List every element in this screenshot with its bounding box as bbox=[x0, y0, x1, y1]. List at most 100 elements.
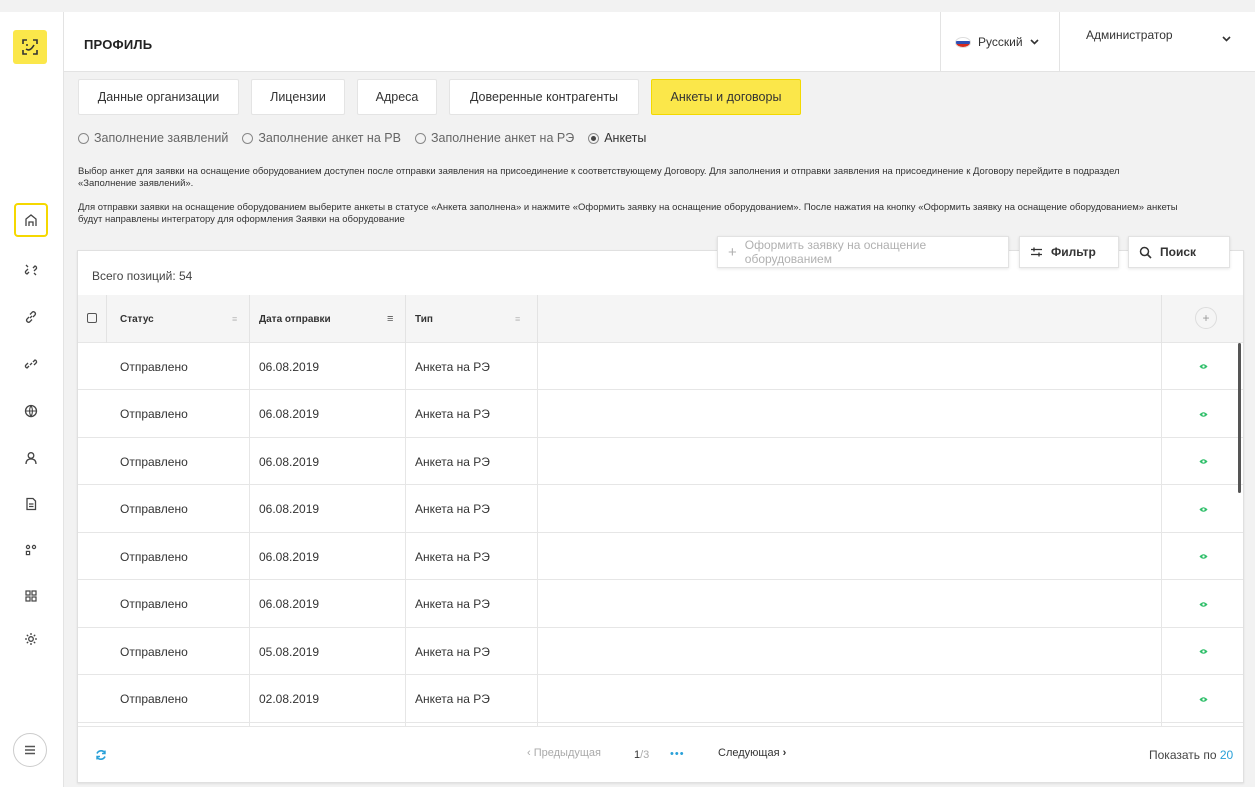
info-line: «Заполнение заявлений». bbox=[78, 178, 194, 189]
nav-apps[interactable] bbox=[14, 533, 48, 567]
page-size-selector[interactable]: Показать по 20 bbox=[1149, 748, 1233, 762]
radio-circle bbox=[242, 132, 254, 144]
nav-grid[interactable] bbox=[14, 579, 48, 613]
language-selector[interactable]: Русский bbox=[940, 12, 1059, 72]
globe-icon bbox=[24, 404, 38, 418]
nav-settings[interactable] bbox=[14, 622, 48, 656]
view-eye-icon[interactable] bbox=[1199, 363, 1208, 370]
date-cell: 05.08.2019 bbox=[259, 644, 320, 659]
view-eye-icon[interactable] bbox=[1199, 553, 1208, 560]
nav-link[interactable] bbox=[14, 300, 48, 334]
table-row[interactable]: Отправлено 06.08.2019 Анкета на РЭ bbox=[78, 438, 1243, 485]
app-logo[interactable] bbox=[13, 30, 47, 64]
table-row[interactable]: Отправлено 05.08.2019 Анкета на РЭ bbox=[78, 628, 1243, 675]
home-icon bbox=[25, 214, 37, 226]
page-title: ПРОФИЛЬ bbox=[84, 37, 153, 52]
questionnaires-table-card: Всего позиций: 54 Статус ≡ Дата отправки… bbox=[77, 250, 1244, 783]
column-header-date[interactable]: Дата отправки ≡ bbox=[259, 295, 399, 343]
radio-fill-rv-forms[interactable]: Заполнение анкет на РВ bbox=[242, 131, 401, 145]
column-divider bbox=[106, 295, 107, 343]
table-row[interactable]: Отправлено 06.08.2019 Анкета на РЭ bbox=[78, 486, 1243, 533]
user-icon bbox=[25, 452, 37, 465]
date-cell: 06.08.2019 bbox=[259, 407, 320, 421]
table-row[interactable]: Отправлено 06.08.2019 Анкета на РЭ bbox=[78, 581, 1243, 628]
date-cell: 06.08.2019 bbox=[259, 549, 320, 564]
radio-label: Анкеты bbox=[604, 131, 647, 145]
view-eye-icon[interactable] bbox=[1199, 696, 1208, 703]
select-all-checkbox[interactable] bbox=[87, 313, 97, 323]
language-label: Русский bbox=[978, 35, 1023, 49]
table-row[interactable]: Отправлено 06.08.2019 Анкета на РЭ bbox=[78, 391, 1243, 438]
date-cell: 06.08.2019 bbox=[259, 359, 320, 374]
info-line: Для отправки заявки на оснащение оборудо… bbox=[78, 202, 1178, 213]
hamburger-icon bbox=[25, 745, 35, 755]
logo-icon bbox=[22, 39, 38, 55]
tab-licenses[interactable]: Лицензии bbox=[251, 79, 345, 115]
apps-icon bbox=[25, 544, 37, 556]
info-text-2: Для отправки заявки на оснащение оборудо… bbox=[78, 202, 1250, 226]
status-cell: Отправлено bbox=[120, 644, 188, 659]
prev-page-button[interactable]: ‹ Предыдущая bbox=[527, 747, 601, 759]
nav-home[interactable] bbox=[14, 203, 48, 237]
sort-icon: ≡ bbox=[232, 314, 238, 324]
table-row[interactable]: Отправлено 06.08.2019 Анкета на РЭ bbox=[78, 343, 1243, 390]
column-header-status[interactable]: Статус ≡ bbox=[120, 295, 240, 343]
chevron-down-icon bbox=[1029, 39, 1039, 45]
button-label: Поиск bbox=[1160, 245, 1197, 259]
column-title: Дата отправки bbox=[259, 313, 331, 325]
column-divider bbox=[537, 295, 538, 343]
add-column-button[interactable]: + bbox=[1195, 307, 1217, 329]
tab-trusted-contractors[interactable]: Доверенные контрагенты bbox=[449, 79, 639, 115]
nav-user[interactable] bbox=[14, 441, 48, 475]
table-row[interactable]: Отправлено 06.08.2019 Анкета на РЭ bbox=[78, 533, 1243, 580]
nav-link-broken-2[interactable] bbox=[14, 347, 48, 381]
nav-document[interactable] bbox=[14, 487, 48, 521]
view-eye-icon[interactable] bbox=[1199, 601, 1208, 608]
table-footer: ‹ Предыдущая 1/3 ••• Следующая › Показат… bbox=[78, 726, 1243, 783]
type-cell: Анкета на РЭ bbox=[415, 644, 490, 659]
table-scrollbar[interactable] bbox=[1238, 343, 1241, 493]
type-cell: Анкета на РЭ bbox=[415, 502, 490, 516]
prev-label: Предыдущая bbox=[533, 747, 602, 759]
column-header-type[interactable]: Тип ≡ bbox=[415, 295, 535, 343]
radio-questionnaires[interactable]: Анкеты bbox=[588, 131, 646, 145]
view-eye-icon[interactable] bbox=[1199, 411, 1208, 418]
info-line: Выбор анкет для заявки на оснащение обор… bbox=[78, 166, 1120, 177]
tab-questionnaires-contracts[interactable]: Анкеты и договоры bbox=[651, 79, 801, 115]
nav-globe[interactable] bbox=[14, 394, 48, 428]
next-page-button[interactable]: Следующая › bbox=[718, 747, 786, 759]
view-eye-icon[interactable] bbox=[1199, 506, 1208, 513]
type-cell: Анкета на РЭ bbox=[415, 454, 490, 469]
view-eye-icon[interactable] bbox=[1199, 648, 1208, 655]
column-title: Тип bbox=[415, 313, 433, 325]
radio-label: Заполнение заявлений bbox=[94, 131, 229, 145]
total-pages: /3 bbox=[640, 749, 650, 761]
nav-link-broken[interactable] bbox=[14, 253, 48, 287]
column-title: Статус bbox=[120, 313, 154, 325]
plus-icon: + bbox=[728, 243, 737, 261]
user-menu[interactable]: Администратор bbox=[1059, 12, 1255, 72]
refresh-icon[interactable] bbox=[95, 749, 107, 761]
type-cell: Анкета на РЭ bbox=[415, 407, 490, 421]
menu-toggle-button[interactable] bbox=[13, 733, 47, 767]
type-cell: Анкета на РЭ bbox=[415, 692, 490, 706]
radio-fill-re-forms[interactable]: Заполнение анкет на РЭ bbox=[414, 131, 575, 145]
link-broken-icon bbox=[24, 264, 38, 276]
tab-organization-data[interactable]: Данные организации bbox=[78, 79, 239, 115]
submit-equipment-request-button[interactable]: + Оформить заявку на оснащение оборудова… bbox=[717, 236, 1009, 268]
table-row[interactable]: Отправлено 02.08.2019 Анкета на РЭ bbox=[78, 676, 1243, 723]
search-button[interactable]: Поиск bbox=[1128, 236, 1230, 268]
radio-label: Заполнение анкет на РЭ bbox=[430, 131, 575, 145]
more-pages-button[interactable]: ••• bbox=[670, 748, 685, 760]
info-line: будут направлены интегратору для оформле… bbox=[78, 214, 405, 225]
search-icon bbox=[1139, 246, 1152, 259]
info-text-1: Выбор анкет для заявки на оснащение обор… bbox=[78, 166, 1250, 190]
view-eye-icon[interactable] bbox=[1199, 458, 1208, 465]
table-body: Отправлено 06.08.2019 Анкета на РЭ Отправле… bbox=[78, 343, 1243, 726]
column-divider bbox=[405, 295, 406, 343]
grid-icon bbox=[25, 590, 37, 602]
filter-button[interactable]: Фильтр bbox=[1019, 236, 1119, 268]
radio-fill-applications[interactable]: Заполнение заявлений bbox=[78, 131, 228, 145]
tab-addresses[interactable]: Адреса bbox=[357, 79, 437, 115]
status-cell: Отправлено bbox=[120, 359, 188, 374]
